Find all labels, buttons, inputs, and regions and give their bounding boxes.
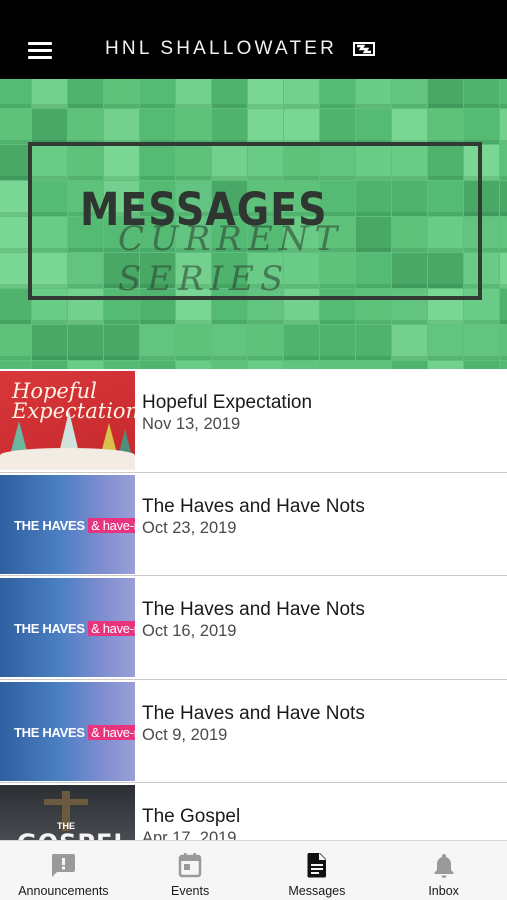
church-logo-icon	[353, 42, 376, 56]
calendar-icon	[178, 853, 202, 878]
tab-label: Events	[171, 884, 210, 898]
brand-title: HNL SHALLOWATER	[105, 38, 338, 59]
tab-announcements[interactable]: Announcements	[0, 841, 127, 900]
hamburger-menu-icon[interactable]	[28, 42, 52, 60]
message-thumbnail: THE HAVES & have-nots	[0, 578, 135, 677]
brand: HNL SHALLOWATER	[105, 38, 376, 60]
message-title: The Haves and Have Nots	[142, 702, 365, 724]
tab-label: Inbox	[428, 884, 459, 898]
message-item[interactable]: Hopeful Expectation Hopeful Expectation …	[0, 369, 507, 473]
message-thumbnail: THE HAVES & have-nots	[0, 681, 135, 781]
message-date: Oct 9, 2019	[142, 725, 228, 744]
tab-label: Announcements	[18, 884, 109, 898]
banner-subtitle: CURRENT SERIES	[118, 219, 344, 299]
thumbnail-title: THE HAVES & have-nots	[14, 724, 135, 740]
thumbnail-title: THE HAVES & have-nots	[14, 621, 135, 636]
message-date: Oct 16, 2019	[142, 622, 237, 640]
app-header: HNL SHALLOWATER	[0, 0, 507, 79]
message-date: Oct 23, 2019	[142, 518, 237, 537]
tab-events[interactable]: Events	[127, 841, 254, 900]
message-thumbnail: Hopeful Expectation	[0, 371, 135, 470]
message-item[interactable]: THE HAVES & have-nots The Haves and Have…	[0, 472, 507, 576]
message-item[interactable]: THE HAVES & have-nots The Haves and Have…	[0, 576, 507, 680]
message-date: Nov 13, 2019	[142, 415, 241, 433]
tab-inbox[interactable]: Inbox	[380, 841, 507, 900]
message-title: The Haves and Have Nots	[142, 495, 365, 517]
tab-label: Messages	[288, 884, 346, 898]
tab-messages[interactable]: Messages	[254, 841, 381, 900]
message-title: The Gospel	[142, 806, 241, 827]
bell-icon	[434, 854, 454, 878]
bottom-tab-bar: Announcements Events Messages Inbox	[0, 840, 507, 900]
message-title: The Haves and Have Nots	[142, 599, 365, 620]
message-list: Hopeful Expectation Hopeful Expectation …	[0, 369, 507, 887]
announcement-icon	[52, 854, 76, 877]
message-title: Hopeful Expectation	[142, 392, 313, 413]
message-item[interactable]: THE HAVES & have-nots The Haves and Have…	[0, 679, 507, 783]
message-thumbnail: THE HAVES & have-nots	[0, 474, 135, 574]
document-icon	[307, 853, 326, 878]
thumbnail-title: THE HAVES & have-nots	[14, 517, 135, 533]
series-banner[interactable]: MESSAGES CURRENT SERIES	[0, 79, 507, 369]
